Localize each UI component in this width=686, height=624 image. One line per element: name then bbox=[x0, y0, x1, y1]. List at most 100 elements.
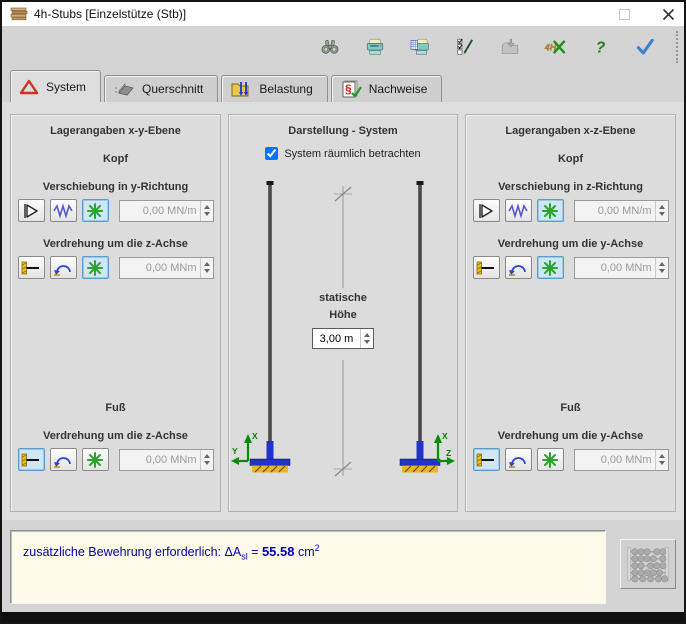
xz-rotation-label: Verdrehung um die y-Achse bbox=[498, 238, 643, 250]
status-message-box: zusätzliche Bewehrung erforderlich: ΔAsl… bbox=[10, 530, 606, 604]
xz-foot-clamped-button[interactable] bbox=[473, 448, 500, 471]
svg-text:?: ? bbox=[596, 39, 606, 56]
spinner-up-icon[interactable] bbox=[204, 262, 210, 266]
xz-foot-rotation-label: Verdrehung um die y-Achse bbox=[498, 430, 643, 442]
xz-head-stiffness-field[interactable] bbox=[574, 200, 669, 222]
xz-head-spring-button[interactable] bbox=[505, 199, 532, 222]
spinner-up-icon[interactable] bbox=[204, 454, 210, 458]
spinner-down-icon[interactable] bbox=[659, 269, 665, 273]
toolbar-grip[interactable] bbox=[676, 31, 678, 63]
xz-foot-rotfixed-button[interactable] bbox=[537, 448, 564, 471]
static-height-spinner[interactable] bbox=[360, 329, 373, 348]
checklist-edit-button[interactable] bbox=[447, 30, 483, 64]
xy-foot-rotfixed-button[interactable] bbox=[82, 448, 109, 471]
xz-head-stiffness-spinner[interactable] bbox=[655, 201, 668, 221]
confirm-check-icon bbox=[634, 38, 656, 56]
static-height-field[interactable] bbox=[312, 328, 374, 349]
window-title: 4h-Stubs [Einzelstütze (Stb)] bbox=[34, 7, 186, 21]
xz-head-rotstiffness-input[interactable] bbox=[575, 262, 655, 274]
xy-head-free-button[interactable] bbox=[18, 199, 45, 222]
spinner-down-icon[interactable] bbox=[659, 461, 665, 465]
roller-icon bbox=[20, 202, 42, 220]
xy-foot-rotstiffness-field[interactable] bbox=[119, 449, 214, 471]
xy-head-clamped-button[interactable] bbox=[18, 256, 45, 279]
xy-rotation-label: Verdrehung um die z-Achse bbox=[43, 238, 188, 250]
triangle-icon bbox=[19, 78, 39, 96]
xy-head-spring-button[interactable] bbox=[50, 199, 77, 222]
maximize-button[interactable] bbox=[619, 9, 630, 20]
panel-xy-title: Lagerangaben x-y-Ebene bbox=[50, 125, 181, 137]
spinner-up-icon[interactable] bbox=[204, 205, 210, 209]
xy-head-stiffness-field[interactable] bbox=[119, 200, 214, 222]
xz-head-stiffness-input[interactable] bbox=[575, 205, 655, 217]
tab-nachweise[interactable]: § Nachweise bbox=[331, 75, 443, 102]
spinner-up-icon[interactable] bbox=[659, 454, 665, 458]
status-unit-exponent: 2 bbox=[315, 543, 320, 553]
xy-head-fixed-button[interactable] bbox=[82, 199, 109, 222]
xy-fuss-label: Fuß bbox=[105, 402, 125, 414]
calculate-abacus-button[interactable] bbox=[620, 539, 676, 589]
xz-foot-rotstiffness-field[interactable] bbox=[574, 449, 669, 471]
confirm-button[interactable] bbox=[627, 30, 663, 64]
xy-head-rotstiffness-field[interactable] bbox=[119, 257, 214, 279]
xy-foot-rotspring-button[interactable] bbox=[50, 448, 77, 471]
spring-icon bbox=[52, 202, 74, 220]
xz-head-rotspring-button[interactable] bbox=[505, 256, 532, 279]
xz-head-rotstiffness-field[interactable] bbox=[574, 257, 669, 279]
xy-foot-rotstiffness-spinner[interactable] bbox=[200, 450, 213, 470]
xy-head-rotstiffness-input[interactable] bbox=[120, 262, 200, 274]
xy-foot-clamped-button[interactable] bbox=[18, 448, 45, 471]
static-height-input[interactable] bbox=[313, 333, 360, 345]
fixed-star-icon bbox=[84, 202, 106, 220]
xy-head-stiffness-input[interactable] bbox=[120, 205, 200, 217]
exit-4h-button[interactable]: 4H bbox=[537, 30, 573, 64]
fixed-star-icon bbox=[539, 202, 561, 220]
help-button[interactable]: ? bbox=[582, 30, 618, 64]
system-drawing: X Y X Z statische Höhe bbox=[230, 164, 456, 494]
spatial-checkbox-row: System räumlich betrachten bbox=[265, 147, 420, 160]
tab-system[interactable]: System bbox=[10, 70, 101, 102]
print-pages-button[interactable] bbox=[402, 30, 438, 64]
tab-querschnitt[interactable]: Querschnitt bbox=[104, 75, 218, 102]
xz-head-rotstiffness-spinner[interactable] bbox=[655, 258, 668, 278]
spinner-down-icon[interactable] bbox=[364, 340, 370, 344]
tab-bar: System Querschnitt Belastung bbox=[2, 68, 684, 102]
spatial-checkbox[interactable] bbox=[265, 147, 278, 160]
view-binoculars-button[interactable] bbox=[312, 30, 348, 64]
save-folder-icon bbox=[499, 38, 521, 56]
app-planks-icon bbox=[10, 7, 28, 21]
static-height-label-2: Höhe bbox=[230, 307, 456, 324]
close-button[interactable] bbox=[660, 6, 676, 22]
fixed-star-icon bbox=[539, 259, 561, 277]
xy-head-stiffness-spinner[interactable] bbox=[200, 201, 213, 221]
save-folder-button[interactable] bbox=[492, 30, 528, 64]
spinner-up-icon[interactable] bbox=[364, 333, 370, 337]
xy-head-rotspring-button[interactable] bbox=[50, 256, 77, 279]
xz-foot-rotstiffness-spinner[interactable] bbox=[655, 450, 668, 470]
xz-head-free-button[interactable] bbox=[473, 199, 500, 222]
spinner-up-icon[interactable] bbox=[659, 205, 665, 209]
xy-head-rotfixed-button[interactable] bbox=[82, 256, 109, 279]
spinner-up-icon[interactable] bbox=[659, 262, 665, 266]
xz-head-clamped-button[interactable] bbox=[473, 256, 500, 279]
tab-belastung[interactable]: Belastung bbox=[221, 75, 327, 102]
xz-foot-rotstiffness-input[interactable] bbox=[575, 454, 655, 466]
spinner-down-icon[interactable] bbox=[204, 269, 210, 273]
spinner-down-icon[interactable] bbox=[204, 461, 210, 465]
static-height-label-1: statische bbox=[230, 290, 456, 307]
status-prefix: zusätzliche Bewehrung erforderlich: ΔA bbox=[23, 545, 241, 559]
abacus-icon bbox=[627, 543, 669, 585]
xy-foot-rotation-label: Verdrehung um die z-Achse bbox=[43, 430, 188, 442]
xy-foot-rotstiffness-input[interactable] bbox=[120, 454, 200, 466]
spinner-down-icon[interactable] bbox=[659, 212, 665, 216]
xz-head-rotfixed-button[interactable] bbox=[537, 256, 564, 279]
help-icon: ? bbox=[589, 38, 611, 56]
xz-fuss-label: Fuß bbox=[560, 402, 580, 414]
print-button[interactable] bbox=[357, 30, 393, 64]
static-height-block: statische Höhe bbox=[230, 290, 456, 349]
xy-head-rotstiffness-spinner[interactable] bbox=[200, 258, 213, 278]
xz-head-fixed-button[interactable] bbox=[537, 199, 564, 222]
tab-belastung-label: Belastung bbox=[259, 82, 312, 96]
xz-foot-rotspring-button[interactable] bbox=[505, 448, 532, 471]
spinner-down-icon[interactable] bbox=[204, 212, 210, 216]
